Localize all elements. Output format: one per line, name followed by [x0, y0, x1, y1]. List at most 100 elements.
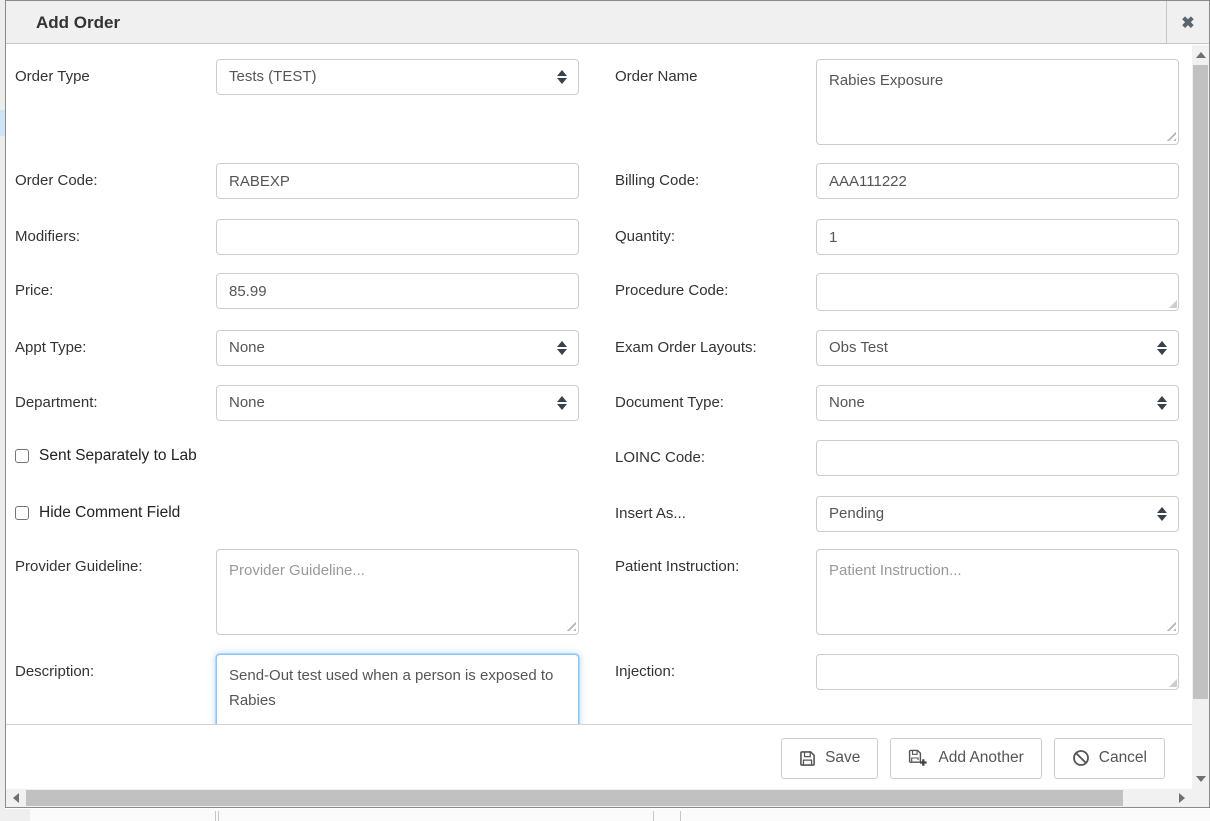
- select-caret-icon: [557, 396, 567, 410]
- document-type-row: Document Type: None: [615, 385, 1179, 421]
- billing-code-input[interactable]: [816, 163, 1179, 199]
- injection-row: Injection:: [615, 654, 1179, 690]
- order-code-label: Order Code:: [15, 163, 216, 199]
- provider-guideline-label: Provider Guideline:: [15, 549, 216, 635]
- background-table-line: [218, 811, 219, 821]
- loinc-code-label: LOINC Code:: [615, 440, 816, 476]
- background-table-line: [215, 811, 216, 821]
- modifiers-row: Modifiers:: [15, 219, 579, 255]
- add-another-button[interactable]: Add Another: [890, 738, 1041, 779]
- resize-handle-icon[interactable]: [1169, 679, 1177, 687]
- dialog-title: Add Order: [36, 1, 120, 44]
- screen: Add Order ✖ Order Type Tests (TEST): [0, 0, 1210, 821]
- add-order-dialog: Add Order ✖ Order Type Tests (TEST): [5, 0, 1210, 808]
- patient-instruction-row: Patient Instruction:: [615, 549, 1179, 635]
- insert-as-label: Insert As...: [615, 496, 816, 532]
- vertical-scrollbar-thumb[interactable]: [1193, 65, 1208, 699]
- insert-as-value: Pending: [829, 497, 884, 531]
- cancel-button[interactable]: Cancel: [1054, 738, 1165, 779]
- procedure-code-label: Procedure Code:: [615, 273, 816, 311]
- description-row: Description: Send-Out test used when a p…: [15, 654, 579, 724]
- cancel-ban-icon: [1072, 749, 1090, 767]
- horizontal-scrollbar-thumb[interactable]: [26, 790, 1123, 806]
- select-caret-icon: [1157, 341, 1167, 355]
- background-table-edge: [0, 809, 30, 821]
- loinc-code-row: LOINC Code:: [615, 440, 1179, 476]
- loinc-code-input[interactable]: [816, 440, 1179, 476]
- vertical-scrollbar[interactable]: [1192, 45, 1209, 789]
- order-type-select[interactable]: Tests (TEST): [216, 59, 579, 95]
- appt-type-row: Appt Type: None: [15, 330, 579, 366]
- close-button[interactable]: ✖: [1166, 1, 1209, 44]
- document-type-value: None: [829, 386, 865, 420]
- resize-handle-icon[interactable]: [1169, 300, 1177, 308]
- department-label: Department:: [15, 385, 216, 421]
- patient-instruction-textarea[interactable]: [816, 549, 1179, 635]
- order-type-label: Order Type: [15, 59, 216, 95]
- department-value: None: [229, 386, 265, 420]
- modifiers-input[interactable]: [216, 219, 579, 255]
- provider-guideline-textarea[interactable]: [216, 549, 579, 635]
- sent-separately-to-lab-row[interactable]: Sent Separately to Lab: [15, 446, 579, 466]
- quantity-row: Quantity:: [615, 219, 1179, 255]
- scroll-right-arrow-icon[interactable]: [1179, 793, 1185, 803]
- order-type-row: Order Type Tests (TEST): [15, 59, 579, 95]
- description-textarea[interactable]: Send-Out test used when a person is expo…: [216, 654, 579, 724]
- price-label: Price:: [15, 273, 216, 309]
- scroll-down-arrow-icon[interactable]: [1196, 776, 1206, 782]
- injection-textarea[interactable]: [816, 654, 1179, 690]
- hide-comment-field-row[interactable]: Hide Comment Field: [15, 503, 579, 523]
- sent-separately-to-lab-checkbox[interactable]: [15, 449, 29, 463]
- appt-type-label: Appt Type:: [15, 330, 216, 366]
- patient-instruction-label: Patient Instruction:: [615, 549, 816, 635]
- insert-as-select[interactable]: Pending: [816, 496, 1179, 532]
- background-page-bottom-sliver: [0, 809, 1210, 821]
- scrollbar-corner: [1192, 789, 1209, 807]
- injection-label: Injection:: [615, 654, 816, 690]
- price-input[interactable]: [216, 273, 579, 309]
- add-another-button-label: Add Another: [938, 749, 1023, 767]
- order-code-row: Order Code:: [15, 163, 579, 199]
- dialog-footer: Save Add Another: [6, 724, 1192, 791]
- hide-comment-field-checkbox[interactable]: [15, 506, 29, 520]
- close-icon: ✖: [1181, 13, 1194, 33]
- select-caret-icon: [557, 341, 567, 355]
- provider-guideline-row: Provider Guideline:: [15, 549, 579, 635]
- appt-type-select[interactable]: None: [216, 330, 579, 366]
- quantity-input[interactable]: [816, 219, 1179, 255]
- order-code-input[interactable]: [216, 163, 579, 199]
- order-type-value: Tests (TEST): [229, 60, 317, 94]
- insert-as-row: Insert As... Pending: [615, 496, 1179, 532]
- order-name-textarea[interactable]: Rabies Exposure: [816, 59, 1179, 145]
- scroll-left-arrow-icon[interactable]: [13, 793, 19, 803]
- exam-order-layouts-label: Exam Order Layouts:: [615, 330, 816, 366]
- save-plus-icon: [908, 749, 929, 767]
- exam-order-layouts-row: Exam Order Layouts: Obs Test: [615, 330, 1179, 366]
- save-button[interactable]: Save: [781, 738, 878, 779]
- appt-type-value: None: [229, 331, 265, 365]
- billing-code-label: Billing Code:: [615, 163, 816, 199]
- background-table-line: [653, 811, 654, 821]
- procedure-code-textarea[interactable]: [816, 273, 1179, 311]
- horizontal-scrollbar[interactable]: [6, 789, 1192, 807]
- billing-code-row: Billing Code:: [615, 163, 1179, 199]
- form-column-left: Order Type Tests (TEST) Order Code: Modi…: [15, 59, 579, 724]
- select-caret-icon: [1157, 396, 1167, 410]
- sent-separately-to-lab-label: Sent Separately to Lab: [39, 447, 197, 465]
- department-select[interactable]: None: [216, 385, 579, 421]
- quantity-label: Quantity:: [615, 219, 816, 255]
- scroll-up-arrow-icon[interactable]: [1196, 52, 1206, 58]
- select-caret-icon: [557, 70, 567, 84]
- price-row: Price:: [15, 273, 579, 309]
- save-icon: [799, 750, 816, 767]
- dialog-header: Add Order ✖: [6, 1, 1209, 44]
- modifiers-label: Modifiers:: [15, 219, 216, 255]
- document-type-label: Document Type:: [615, 385, 816, 421]
- exam-order-layouts-select[interactable]: Obs Test: [816, 330, 1179, 366]
- background-table-line: [680, 811, 681, 821]
- procedure-code-row: Procedure Code:: [615, 273, 1179, 311]
- document-type-select[interactable]: None: [816, 385, 1179, 421]
- department-row: Department: None: [15, 385, 579, 421]
- description-label: Description:: [15, 654, 216, 724]
- order-name-label: Order Name: [615, 59, 816, 145]
